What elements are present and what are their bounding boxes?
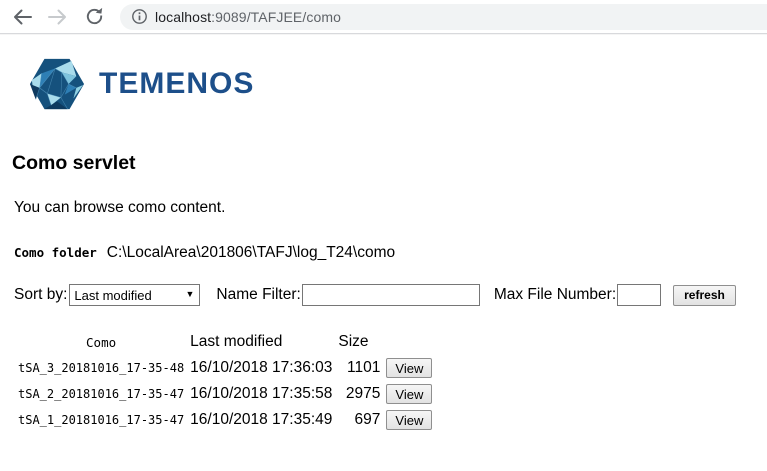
como-file-name: tSA_2_20181016_17-35-47 [16, 382, 186, 406]
sort-by-label: Sort by: [14, 286, 67, 304]
view-button[interactable]: View [386, 384, 432, 404]
refresh-button[interactable]: refresh [673, 285, 736, 306]
address-bar[interactable]: localhost:9089/TAFJEE/como [120, 4, 767, 30]
browser-window: { "browser": { "url_host": "localhost", … [0, 0, 767, 471]
table-body: tSA_3_20181016_17-35-48 16/10/2018 17:36… [16, 356, 434, 432]
url-path: :9089/TAFJEE/como [211, 9, 341, 25]
last-modified-value: 16/10/2018 17:35:49 [188, 408, 334, 432]
size-value: 697 [336, 408, 382, 432]
temenos-hexagon-globe-icon [28, 56, 86, 112]
table-row: tSA_3_20181016_17-35-48 16/10/2018 17:36… [16, 356, 434, 380]
table-row: tSA_2_20181016_17-35-47 16/10/2018 17:35… [16, 382, 434, 406]
max-file-number-input[interactable] [617, 284, 661, 306]
sort-select-wrap: Last modified ▼ [69, 284, 200, 306]
column-header-como: Como [16, 330, 186, 354]
como-file-name: tSA_3_20181016_17-35-48 [16, 356, 186, 380]
como-folder-line: Como folder C:\LocalArea\201806\TAFJ\log… [14, 243, 767, 262]
view-button[interactable]: View [386, 358, 432, 378]
filter-toolbar: Sort by: Last modified ▼ Name Filter: Ma… [14, 284, 767, 306]
back-icon[interactable] [10, 5, 34, 29]
page-subtitle: You can browse como content. [14, 198, 767, 217]
view-button[interactable]: View [386, 410, 432, 430]
column-header-size: Size [336, 330, 382, 354]
max-file-number-label: Max File Number: [494, 286, 616, 304]
page-title: Como servlet [12, 152, 767, 174]
column-header-actions [384, 330, 434, 354]
name-filter-input[interactable] [302, 284, 480, 306]
name-filter-label: Name Filter: [216, 286, 300, 304]
url-host: localhost [155, 9, 211, 25]
como-folder-path: C:\LocalArea\201806\TAFJ\log_T24\como [107, 243, 395, 262]
como-file-name: tSA_1_20181016_17-35-47 [16, 408, 186, 432]
table-header-row: Como Last modified Size [16, 330, 434, 354]
last-modified-value: 16/10/2018 17:36:03 [188, 356, 334, 380]
info-icon[interactable] [130, 8, 148, 26]
url-text[interactable]: localhost:9089/TAFJEE/como [155, 9, 341, 25]
sort-select[interactable]: Last modified [69, 284, 200, 306]
como-table: Como Last modified Size tSA_3_20181016_1… [14, 328, 436, 434]
table-row: tSA_1_20181016_17-35-47 16/10/2018 17:35… [16, 408, 434, 432]
browser-toolbar: localhost:9089/TAFJEE/como [0, 0, 767, 34]
size-value: 2975 [336, 382, 382, 406]
temenos-logo: TEMENOS [28, 56, 767, 112]
size-value: 1101 [336, 356, 382, 380]
reload-icon[interactable] [82, 5, 106, 29]
column-header-last-modified: Last modified [188, 330, 334, 354]
forward-icon[interactable] [46, 5, 70, 29]
temenos-wordmark: TEMENOS [99, 69, 254, 99]
como-folder-label: Como folder [14, 243, 97, 262]
last-modified-value: 16/10/2018 17:35:58 [188, 382, 334, 406]
